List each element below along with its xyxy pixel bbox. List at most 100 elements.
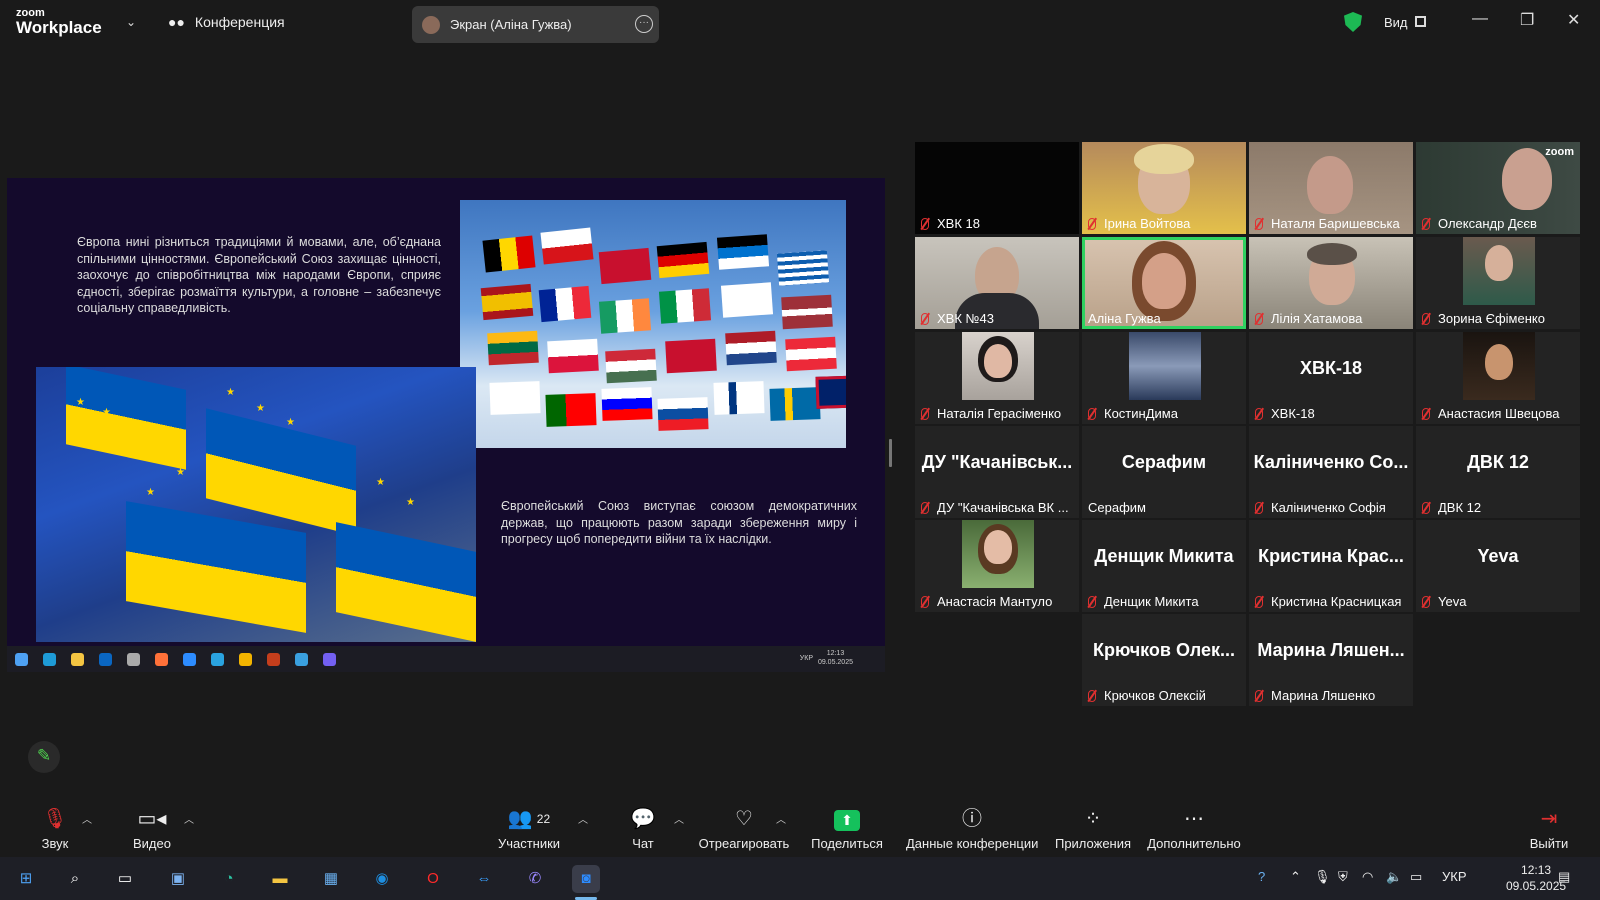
conference-menu[interactable]: ●● Конференция <box>168 14 285 30</box>
audio-button[interactable]: 🎙 Звук <box>38 805 72 851</box>
slide-text-bottom: Європейський Союз виступає союзом демокр… <box>501 499 857 546</box>
viber-icon[interactable]: ✆ <box>521 865 549 893</box>
battery-icon[interactable]: ▭ <box>1410 869 1422 885</box>
participant-name: ХВК 18 <box>937 216 980 231</box>
resize-handle[interactable] <box>889 439 892 467</box>
participant-display-name: ХВК-18 <box>1299 358 1362 378</box>
participant-tile[interactable]: Лілія Хатамова <box>1249 237 1413 329</box>
chat-options-caret-icon[interactable]: ︿ <box>674 811 684 826</box>
annotate-pencil-icon[interactable]: ✎ <box>28 741 60 773</box>
participant-tile[interactable]: Зорина Єфіменко <box>1416 237 1580 329</box>
zoom-workplace-logo[interactable]: zoom Workplace <box>16 8 102 37</box>
participant-name: Кристина Красницкая <box>1271 594 1402 609</box>
teamviewer-icon[interactable]: ⇔ <box>470 865 498 893</box>
volume-icon[interactable]: 🔈 <box>1386 869 1402 885</box>
minimize-icon[interactable]: — <box>1472 10 1488 28</box>
participant-name: Ірина Войтова <box>1104 216 1191 231</box>
windows-taskbar: ⊞ ⌕ ▭ ▣ ◔ ▬ ▦ ◉ O ⇔ ✆ ◙ ? ⌃ 🎙 ⛨ ◠ 🔈 ▭ УК… <box>0 857 1600 900</box>
participants-options-caret-icon[interactable]: ︿ <box>578 811 588 826</box>
participant-name: Марина Ляшенко <box>1271 688 1376 703</box>
more-icon[interactable]: ··· <box>635 15 653 33</box>
avatar <box>1463 332 1535 400</box>
participant-tile[interactable]: ДУ "Качанівськ... ДУ "Качанівська ВК ... <box>915 426 1079 518</box>
apps-label: Приложения <box>1054 836 1132 851</box>
participant-tile[interactable]: ХВК 18 <box>915 142 1079 234</box>
participant-tile[interactable]: ХВК №43 <box>915 237 1079 329</box>
restore-icon[interactable]: ❐ <box>1520 10 1534 30</box>
video-label: Видео <box>133 836 171 851</box>
store-icon[interactable]: ▦ <box>317 865 345 893</box>
mic-muted-icon <box>921 407 929 420</box>
view-button[interactable]: Вид <box>1384 15 1408 30</box>
chevron-down-icon[interactable]: ⌄ <box>126 15 136 29</box>
participant-tile[interactable]: Наталія Герасіменко <box>915 332 1079 424</box>
search-icon[interactable]: ⌕ <box>61 865 89 893</box>
participant-tile[interactable]: ДВК 12 ДВК 12 <box>1416 426 1580 518</box>
participant-tile[interactable]: Анастасия Швецова <box>1416 332 1580 424</box>
participants-count: 22 <box>536 812 551 826</box>
share-screen-button[interactable]: ⬆ Поделиться <box>810 805 884 851</box>
participant-tile[interactable]: Наталя Баришевська <box>1249 142 1413 234</box>
participant-name: Наталія Герасіменко <box>937 406 1062 421</box>
help-icon[interactable]: ? <box>1258 869 1265 884</box>
participant-tile-active-speaker[interactable]: Аліна Гужва <box>1082 237 1246 329</box>
share-arrow-icon: ⬆ <box>834 810 860 831</box>
chevron-up-icon[interactable]: ⌃ <box>1290 869 1301 885</box>
video-button[interactable]: ▭◂ Видео <box>130 805 174 851</box>
participant-tile[interactable]: zoom Олександр Дєєв <box>1416 142 1580 234</box>
encryption-shield-icon[interactable] <box>1344 12 1362 32</box>
task-view-icon[interactable]: ▭ <box>111 865 139 893</box>
mic-muted-icon <box>1255 217 1263 230</box>
participant-tile[interactable]: Yeva Yeva <box>1416 520 1580 612</box>
save-disk-icon[interactable]: ▣ <box>164 865 192 893</box>
participant-tile[interactable]: Серафим Серафим <box>1082 426 1246 518</box>
participant-tile[interactable]: КостинДима <box>1082 332 1246 424</box>
logo-line2: Workplace <box>16 18 102 37</box>
participant-tile[interactable]: Анастасія Мантуло <box>915 520 1079 612</box>
powerpoint-icon <box>267 653 280 666</box>
keyboard-language[interactable]: УКР <box>1442 869 1467 884</box>
wifi-icon[interactable]: ◠ <box>1362 869 1373 885</box>
outlook-icon[interactable]: ◉ <box>368 865 396 893</box>
participant-tile[interactable]: Денщик Микита Денщик Микита <box>1082 520 1246 612</box>
participant-tile[interactable]: Ірина Войтова <box>1082 142 1246 234</box>
meeting-info-button[interactable]: ⓘ Данные конференции <box>906 805 1038 851</box>
participant-tile[interactable]: Марина Ляшен... Марина Ляшенко <box>1249 614 1413 706</box>
video-options-caret-icon[interactable]: ︿ <box>184 811 194 826</box>
leave-button[interactable]: ⇥ Выйти <box>1528 805 1570 851</box>
start-windows-icon[interactable]: ⊞ <box>12 865 40 893</box>
zoom-icon[interactable]: ◙ <box>572 865 600 893</box>
notifications-icon[interactable]: ▤ <box>1558 869 1570 885</box>
participant-name: Каліниченко Софія <box>1271 500 1386 515</box>
file-explorer-icon[interactable]: ▬ <box>266 865 294 893</box>
close-icon[interactable]: ✕ <box>1567 10 1580 30</box>
shared-screen[interactable]: Європа нині різниться традиціями й мовам… <box>7 178 885 672</box>
avatar <box>1129 332 1201 400</box>
view-grid-icon[interactable] <box>1415 16 1426 27</box>
participant-name: Зорина Єфіменко <box>1438 311 1545 326</box>
mic-muted-icon <box>1088 217 1096 230</box>
react-label: Отреагировать <box>698 836 790 851</box>
mic-muted-icon <box>921 312 929 325</box>
mic-muted-icon <box>1422 217 1430 230</box>
microphone-icon[interactable]: 🎙 <box>1314 869 1331 885</box>
apps-button[interactable]: ⁘ Приложения <box>1054 805 1132 851</box>
chrome-icon <box>239 653 252 666</box>
participants-button[interactable]: 👥 22 Участники <box>496 805 562 851</box>
mic-muted-icon <box>1255 407 1263 420</box>
participant-tile[interactable]: ХВК-18 ХВК-18 <box>1249 332 1413 424</box>
screen-share-pill[interactable]: Экран (Аліна Гужва) ··· <box>412 6 659 43</box>
participant-name: Лілія Хатамова <box>1271 311 1363 326</box>
defender-icon[interactable]: ⛨ <box>1338 869 1348 885</box>
edge-icon[interactable]: ◔ <box>215 865 243 893</box>
participant-tile[interactable]: Каліниченко Со... Каліниченко Софія <box>1249 426 1413 518</box>
windows-logo-icon <box>15 653 28 666</box>
more-button[interactable]: ⋯ Дополнительно <box>1146 805 1242 851</box>
opera-icon[interactable]: O <box>419 865 447 893</box>
folder-icon <box>71 653 84 666</box>
audio-options-caret-icon[interactable]: ︿ <box>82 811 92 826</box>
participant-tile[interactable]: Кристина Крас... Кристина Красницкая <box>1249 520 1413 612</box>
chat-button[interactable]: 💬 Чат <box>628 805 658 851</box>
react-options-caret-icon[interactable]: ︿ <box>776 811 786 826</box>
participant-tile[interactable]: Крючков Олек... Крючков Олексій <box>1082 614 1246 706</box>
